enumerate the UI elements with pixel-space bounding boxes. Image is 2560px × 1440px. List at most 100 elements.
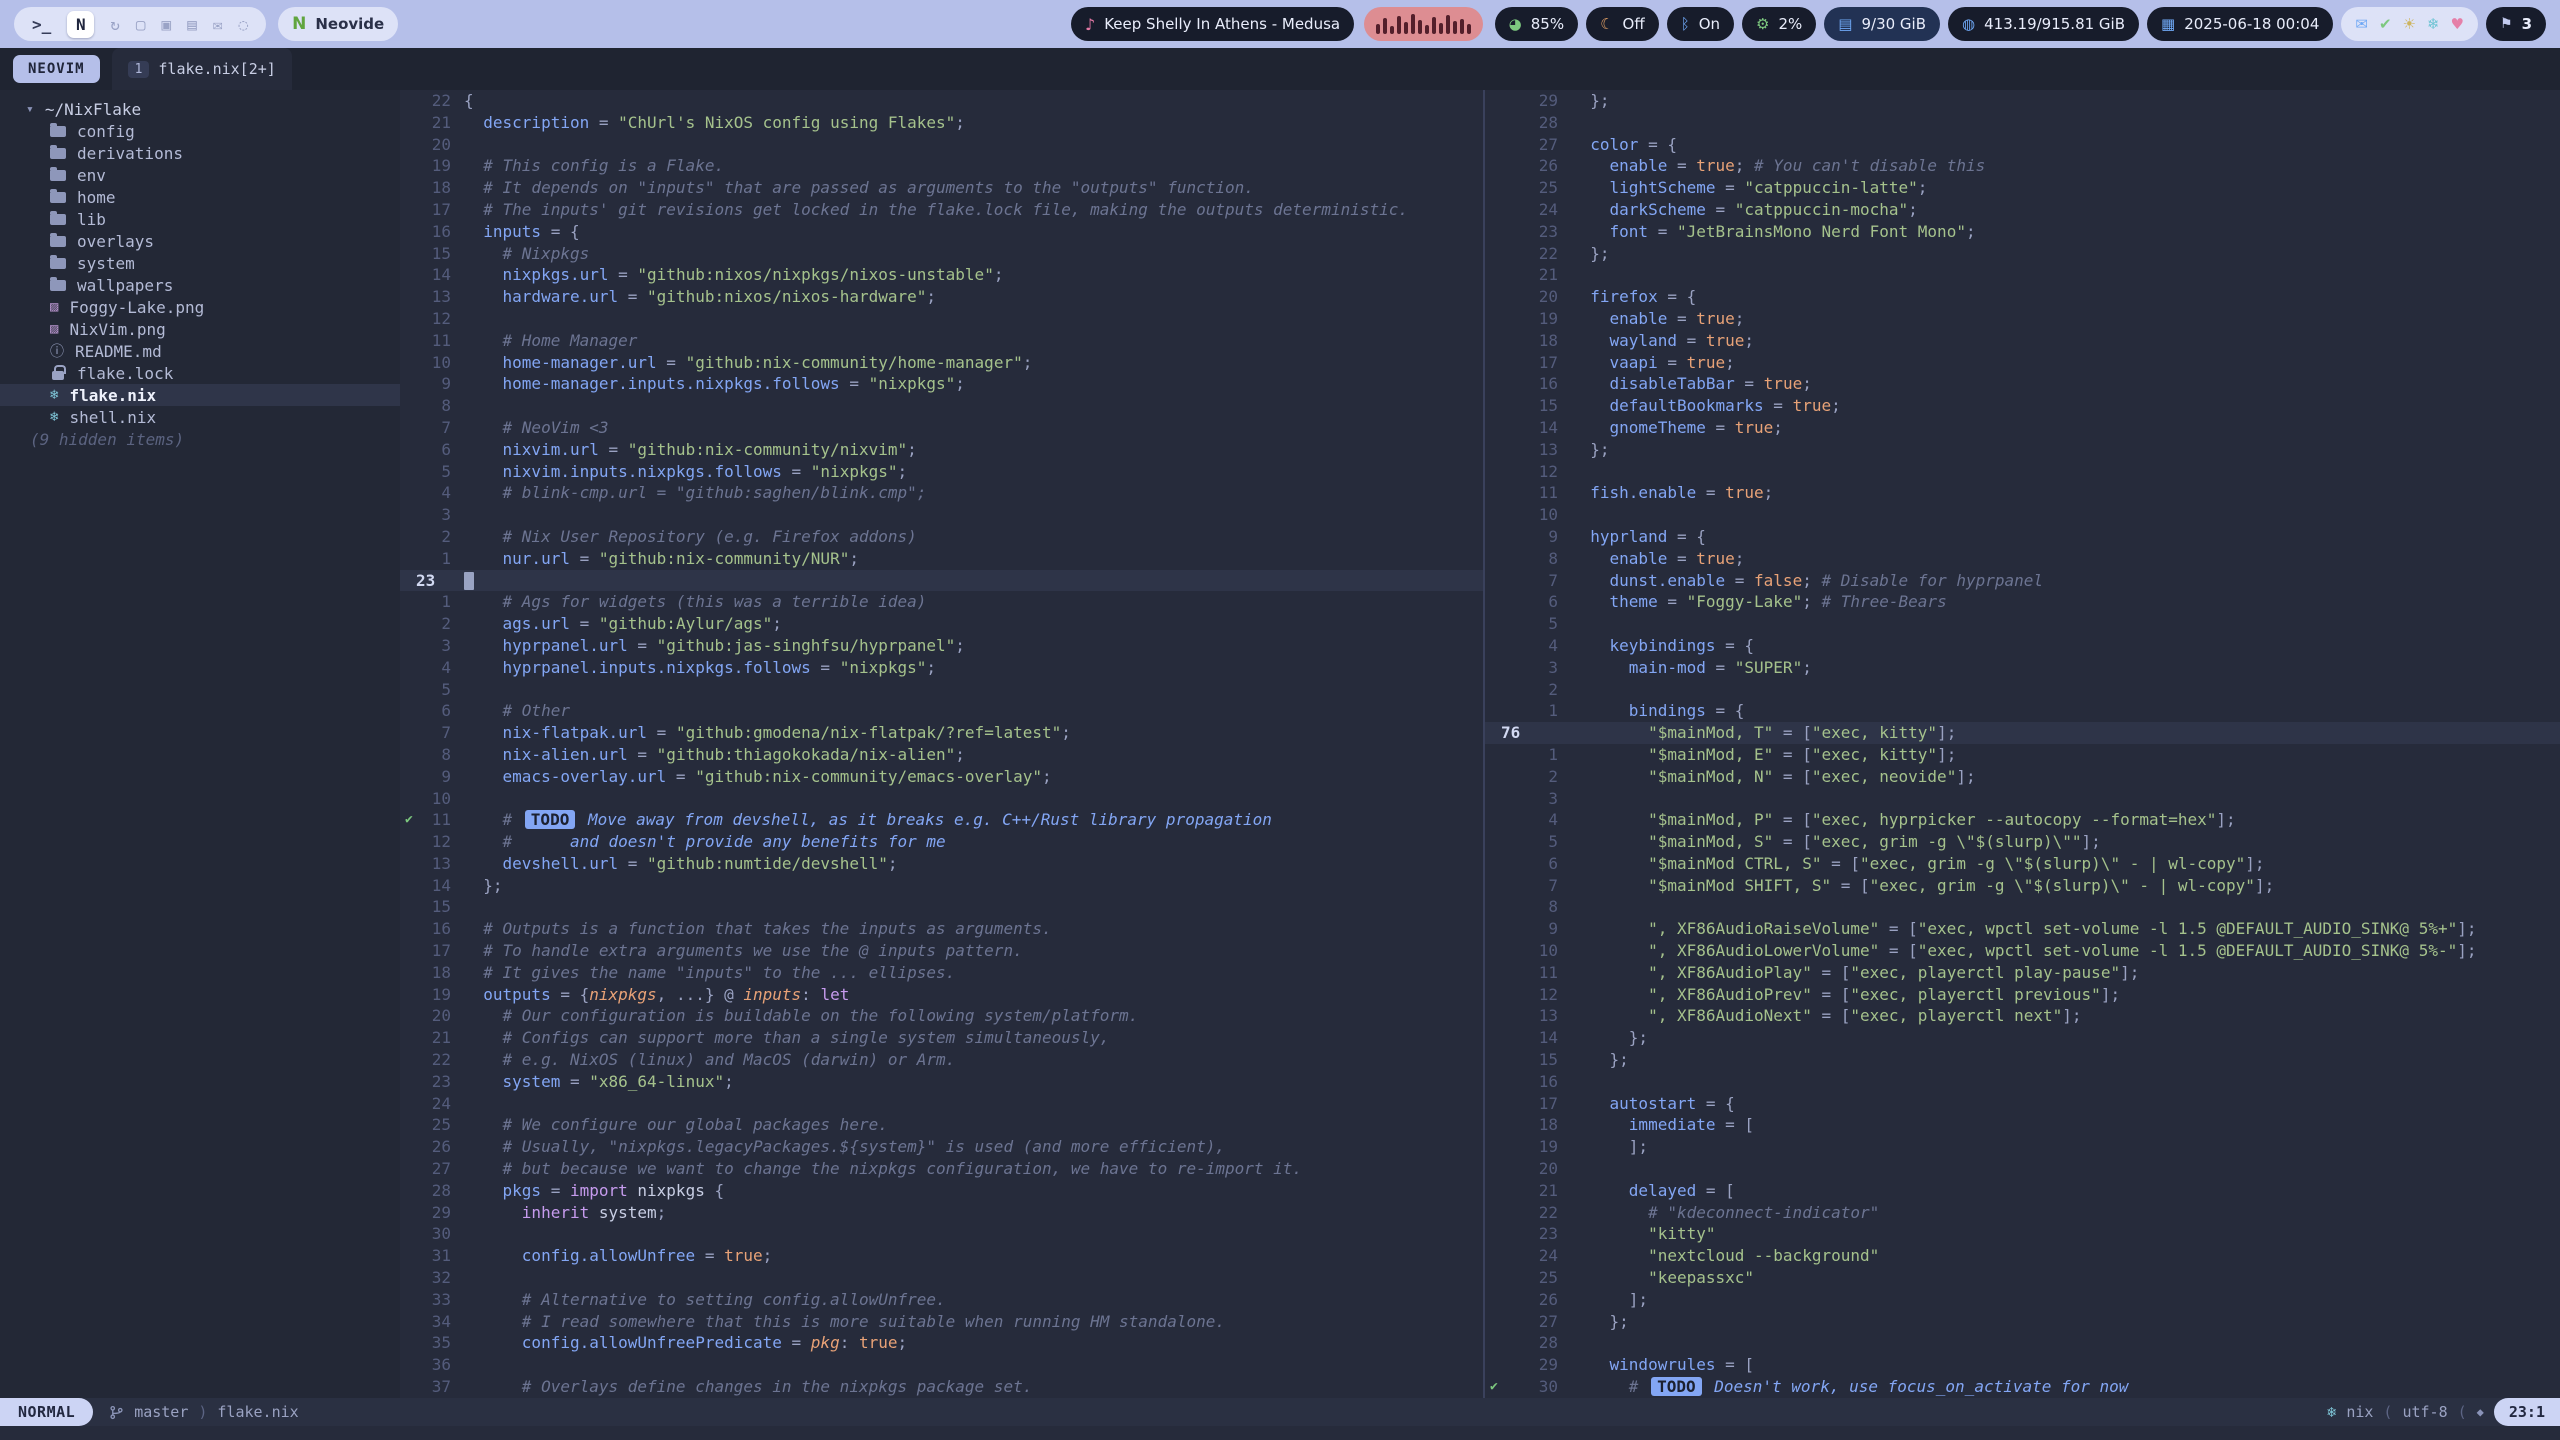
code-line[interactable]: 17 autostart = { — [1485, 1093, 2560, 1115]
code-line[interactable]: 8 nix-alien.url = "github:thiagokokada/n… — [400, 744, 1483, 766]
code-line[interactable]: 25 "keepassxc" — [1485, 1267, 2560, 1289]
code-line[interactable]: 22 # e.g. NixOS (linux) and MacOS (darwi… — [400, 1049, 1483, 1071]
tab-neovim[interactable]: NEOVIM — [13, 55, 100, 83]
system-tray[interactable]: ✉✔☀❄♥ — [2341, 7, 2478, 41]
code-line[interactable]: 4 hyprpanel.inputs.nixpkgs.follows = "ni… — [400, 657, 1483, 679]
tree-item-readme-md[interactable]: ⓘREADME.md — [0, 340, 400, 362]
code-line[interactable]: 1 # Ags for widgets (this was a terrible… — [400, 591, 1483, 613]
bluetooth-module[interactable]: ᛒOn — [1667, 7, 1734, 41]
code-line[interactable]: 1 "$mainMod, E" = ["exec, kitty"]; — [1485, 744, 2560, 766]
code-line[interactable]: 13 devshell.url = "github:numtide/devshe… — [400, 853, 1483, 875]
code-line[interactable]: 28 — [1485, 112, 2560, 134]
memory-module[interactable]: ▤9/30 GiB — [1824, 7, 1940, 41]
code-line[interactable]: 3 main-mod = "SUPER"; — [1485, 657, 2560, 679]
code-line[interactable]: 6 # Other — [400, 700, 1483, 722]
code-line[interactable]: 19 ]; — [1485, 1136, 2560, 1158]
code-line[interactable]: 27 color = { — [1485, 134, 2560, 156]
workspace-4-icon[interactable]: ▢ — [136, 15, 146, 34]
buffer-tab-flake-nix[interactable]: 1 flake.nix[2+] — [112, 48, 292, 90]
code-line[interactable]: 13 }; — [1485, 439, 2560, 461]
code-line[interactable]: 6 "$mainMod CTRL, S" = ["exec, grim -g \… — [1485, 853, 2560, 875]
tree-item-derivations[interactable]: derivations — [0, 142, 400, 164]
code-line[interactable]: 8 — [1485, 896, 2560, 918]
code-line[interactable]: 21 # Configs can support more than a sin… — [400, 1027, 1483, 1049]
editor-pane-left[interactable]: 22{21 description = "ChUrl's NixOS confi… — [400, 90, 1483, 1398]
code-line[interactable]: 25 # We configure our global packages he… — [400, 1114, 1483, 1136]
code-line[interactable]: 11 ", XF86AudioPlay" = ["exec, playerctl… — [1485, 962, 2560, 984]
code-line[interactable]: 10 — [1485, 504, 2560, 526]
code-line[interactable]: 16 — [1485, 1071, 2560, 1093]
code-line[interactable]: 17 vaapi = true; — [1485, 352, 2560, 374]
code-line[interactable]: 22 }; — [1485, 243, 2560, 265]
heart-icon[interactable]: ♥ — [2451, 15, 2464, 33]
code-line[interactable]: 5 nixvim.inputs.nixpkgs.follows = "nixpk… — [400, 461, 1483, 483]
code-line[interactable]: 11 # Home Manager — [400, 330, 1483, 352]
code-line[interactable]: 12 — [1485, 461, 2560, 483]
code-line[interactable]: 27 # but because we want to change the n… — [400, 1158, 1483, 1180]
code-line[interactable]: 24 — [400, 1093, 1483, 1115]
code-line[interactable]: 1 bindings = { — [1485, 700, 2560, 722]
code-line[interactable]: 29 inherit system; — [400, 1202, 1483, 1224]
code-line[interactable]: 4 "$mainMod, P" = ["exec, hyprpicker --a… — [1485, 809, 2560, 831]
tree-item-lib[interactable]: lib — [0, 208, 400, 230]
code-line[interactable]: 16 # Outputs is a function that takes th… — [400, 918, 1483, 940]
code-line[interactable]: 26 ]; — [1485, 1289, 2560, 1311]
code-line[interactable]: 20 # Our configuration is buildable on t… — [400, 1005, 1483, 1027]
code-line[interactable]: 9 hyprland = { — [1485, 526, 2560, 548]
code-line[interactable]: 18 wayland = true; — [1485, 330, 2560, 352]
code-line[interactable]: 6 nixvim.url = "github:nix-community/nix… — [400, 439, 1483, 461]
code-line[interactable]: ✔30 # TODO Doesn't work, use focus_on_ac… — [1485, 1376, 2560, 1398]
code-line[interactable]: 13 hardware.url = "github:nixos/nixos-ha… — [400, 286, 1483, 308]
code-line[interactable]: 18 # It depends on "inputs" that are pas… — [400, 177, 1483, 199]
tree-item-wallpapers[interactable]: wallpapers — [0, 274, 400, 296]
code-line[interactable]: 17 # To handle extra arguments we use th… — [400, 940, 1483, 962]
code-line[interactable]: 11 fish.enable = true; — [1485, 482, 2560, 504]
code-line[interactable]: ✔11 # TODO Move away from devshell, as i… — [400, 809, 1483, 831]
code-line[interactable]: 10 ", XF86AudioLowerVolume" = ["exec, wp… — [1485, 940, 2560, 962]
code-line[interactable]: 4 # blink-cmp.url = "github:saghen/blink… — [400, 482, 1483, 504]
code-line[interactable]: 37 # Overlays define changes in the nixp… — [400, 1376, 1483, 1398]
editor-pane-right[interactable]: 29 };2827 color = {26 enable = true; # Y… — [1483, 90, 2560, 1398]
code-line[interactable]: 5 — [400, 679, 1483, 701]
code-line[interactable]: 7 "$mainMod SHIFT, S" = ["exec, grim -g … — [1485, 875, 2560, 897]
code-line[interactable]: 21 description = "ChUrl's NixOS config u… — [400, 112, 1483, 134]
code-line[interactable]: 32 — [400, 1267, 1483, 1289]
code-line[interactable]: 2 ags.url = "github:Aylur/ags"; — [400, 613, 1483, 635]
code-line[interactable]: 9 emacs-overlay.url = "github:nix-commun… — [400, 766, 1483, 788]
code-line[interactable]: 28 — [1485, 1332, 2560, 1354]
code-line[interactable]: 12 ", XF86AudioPrev" = ["exec, playerctl… — [1485, 984, 2560, 1006]
code-line[interactable]: 8 — [400, 395, 1483, 417]
tree-item-flake-nix[interactable]: ❄flake.nix — [0, 384, 400, 406]
tree-item-shell-nix[interactable]: ❄shell.nix — [0, 406, 400, 428]
code-line[interactable]: 10 home-manager.url = "github:nix-commun… — [400, 352, 1483, 374]
tree-item-nixvim-png[interactable]: ▨NixVim.png — [0, 318, 400, 340]
code-line[interactable]: 29 windowrules = [ — [1485, 1354, 2560, 1376]
check-icon[interactable]: ✔ — [2379, 15, 2392, 33]
code-line[interactable]: 12 # and doesn't provide any benefits fo… — [400, 831, 1483, 853]
code-line[interactable]: 14 nixpkgs.url = "github:nixos/nixpkgs/n… — [400, 264, 1483, 286]
code-line[interactable]: 13 ", XF86AudioNext" = ["exec, playerctl… — [1485, 1005, 2560, 1027]
code-line[interactable]: 19 outputs = {nixpkgs, ...} @ inputs: le… — [400, 984, 1483, 1006]
tree-item-foggy-lake-png[interactable]: ▨Foggy-Lake.png — [0, 296, 400, 318]
battery-module[interactable]: ◕85% — [1495, 7, 1578, 41]
code-line[interactable]: 20 — [1485, 1158, 2560, 1180]
code-line[interactable]: 1 nur.url = "github:nix-community/NUR"; — [400, 548, 1483, 570]
workspace-3-icon[interactable]: ↻ — [110, 15, 120, 34]
code-line[interactable]: 18 immediate = [ — [1485, 1114, 2560, 1136]
code-line[interactable]: 19 enable = true; — [1485, 308, 2560, 330]
code-line[interactable]: 36 — [400, 1354, 1483, 1376]
code-line[interactable]: 7 dunst.enable = false; # Disable for hy… — [1485, 570, 2560, 592]
code-line[interactable]: 2 # Nix User Repository (e.g. Firefox ad… — [400, 526, 1483, 548]
code-line[interactable]: 14 gnomeTheme = true; — [1485, 417, 2560, 439]
workspace-8-icon[interactable]: ◌ — [238, 15, 248, 34]
tree-item-system[interactable]: system — [0, 252, 400, 274]
code-line[interactable]: 24 "nextcloud --background" — [1485, 1245, 2560, 1267]
clock-module[interactable]: ▦2025-06-18 00:04 — [2147, 7, 2333, 41]
code-line[interactable]: 20 firefox = { — [1485, 286, 2560, 308]
code-line[interactable]: 7 # NeoVim <3 — [400, 417, 1483, 439]
code-line[interactable]: 76 "$mainMod, T" = ["exec, kitty"]; — [1485, 722, 2560, 744]
code-line[interactable]: 7 nix-flatpak.url = "github:gmodena/nix-… — [400, 722, 1483, 744]
code-line[interactable]: 23 system = "x86_64-linux"; — [400, 1071, 1483, 1093]
workspace-terminal-icon[interactable]: >_ — [32, 15, 51, 34]
code-line[interactable]: 4 keybindings = { — [1485, 635, 2560, 657]
